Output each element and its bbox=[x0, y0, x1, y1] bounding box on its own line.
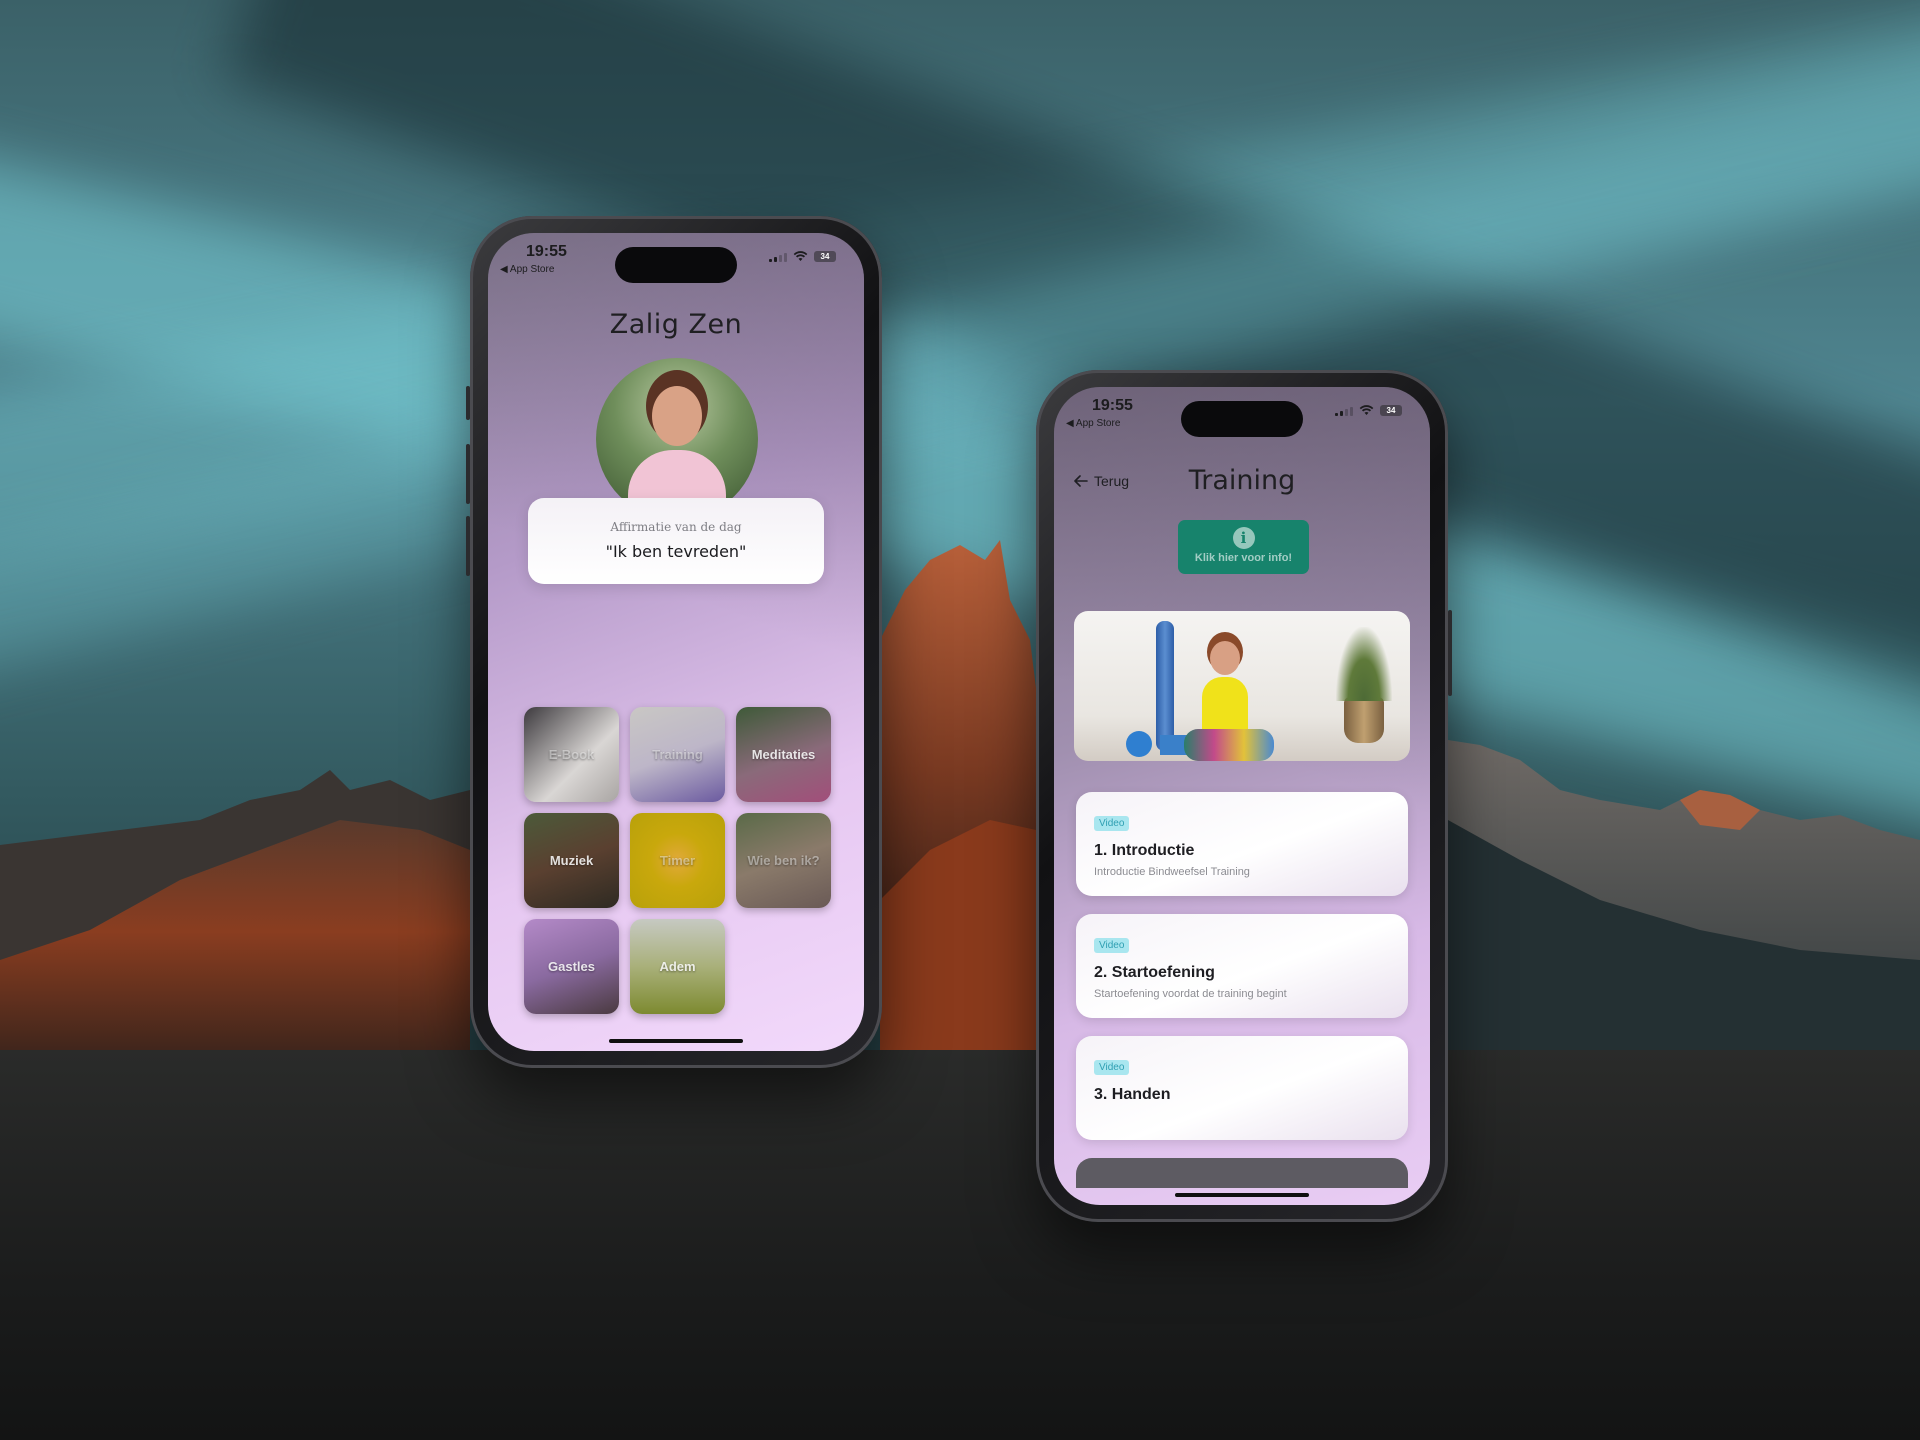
training-item-peek[interactable] bbox=[1076, 1158, 1408, 1188]
training-item-title: 3. Handen bbox=[1094, 1086, 1171, 1103]
tile-training[interactable]: Training bbox=[630, 707, 725, 802]
valley-ground bbox=[0, 1050, 1920, 1440]
status-time: 19:55 bbox=[1092, 397, 1133, 414]
video-tag: Video bbox=[1094, 1060, 1130, 1075]
phone-home: 19:55 ◀ App Store 34 Zalig Zen Affirmati… bbox=[466, 216, 882, 1068]
tile-label: E-Book bbox=[548, 747, 595, 762]
tile-label: Timer bbox=[659, 853, 696, 868]
training-item-title: 1. Introductie bbox=[1094, 842, 1195, 859]
tile-label: Adem bbox=[659, 959, 696, 974]
tile-wie-ben-ik[interactable]: Wie ben ik? bbox=[736, 813, 831, 908]
battery-icon: 34 bbox=[1380, 405, 1402, 416]
training-item-title: 2. Startoefening bbox=[1094, 964, 1215, 981]
status-icons: 34 bbox=[1335, 405, 1402, 416]
home-indicator[interactable] bbox=[1175, 1193, 1309, 1197]
info-button-label: Klik hier voor info! bbox=[1194, 552, 1293, 564]
affirmation-label: Affirmatie van de dag bbox=[610, 520, 742, 534]
back-to-app-store[interactable]: ◀ App Store bbox=[500, 264, 554, 275]
tile-timer[interactable]: Timer bbox=[630, 813, 725, 908]
training-item-subtitle: Introductie Bindweefsel Training bbox=[1094, 866, 1250, 878]
training-item-subtitle: Startoefening voordat de training begint bbox=[1094, 988, 1287, 1000]
cellular-signal-icon bbox=[1335, 406, 1353, 416]
side-button bbox=[466, 386, 470, 420]
tile-label: Wie ben ik? bbox=[747, 853, 820, 868]
training-screen: 19:55 ◀ App Store 34 Terug Training i Kl… bbox=[1054, 387, 1430, 1205]
status-bar: 19:55 ◀ App Store 34 bbox=[1054, 397, 1430, 437]
tile-label: Gastles bbox=[548, 959, 595, 974]
affirmation-card: Affirmatie van de dag "Ik ben tevreden" bbox=[528, 498, 824, 584]
status-bar: 19:55 ◀ App Store 34 bbox=[488, 243, 864, 283]
status-icons: 34 bbox=[769, 251, 836, 262]
side-button bbox=[466, 516, 470, 576]
training-item-1[interactable]: Video 1. Introductie Introductie Bindwee… bbox=[1076, 792, 1408, 896]
tile-adem[interactable]: Adem bbox=[630, 919, 725, 1014]
tile-label: Training bbox=[652, 747, 703, 762]
video-tag: Video bbox=[1094, 816, 1130, 831]
wifi-icon bbox=[1359, 405, 1374, 415]
background-scene bbox=[0, 0, 1920, 1440]
tile-muziek[interactable]: Muziek bbox=[524, 813, 619, 908]
wifi-icon bbox=[793, 251, 808, 261]
tile-gastles[interactable]: Gastles bbox=[524, 919, 619, 1014]
info-icon: i bbox=[1232, 527, 1255, 549]
side-button bbox=[1448, 610, 1452, 696]
home-screen: 19:55 ◀ App Store 34 Zalig Zen Affirmati… bbox=[488, 233, 864, 1051]
side-button bbox=[466, 444, 470, 504]
info-button[interactable]: i Klik hier voor info! bbox=[1178, 520, 1309, 574]
video-tag: Video bbox=[1094, 938, 1130, 953]
tile-label: Muziek bbox=[549, 853, 594, 868]
cellular-signal-icon bbox=[769, 252, 787, 262]
status-time: 19:55 bbox=[526, 243, 567, 260]
training-hero-image bbox=[1074, 611, 1410, 761]
phone-training: 19:55 ◀ App Store 34 Terug Training i Kl… bbox=[1036, 370, 1452, 1222]
tile-label: Meditaties bbox=[751, 747, 816, 762]
home-indicator[interactable] bbox=[609, 1039, 743, 1043]
app-title: Zalig Zen bbox=[609, 309, 743, 340]
tile-meditaties[interactable]: Meditaties bbox=[736, 707, 831, 802]
affirmation-text: "Ik ben tevreden" bbox=[605, 542, 747, 561]
tile-ebook[interactable]: E-Book bbox=[524, 707, 619, 802]
back-to-app-store[interactable]: ◀ App Store bbox=[1066, 418, 1120, 429]
page-title: Training bbox=[1188, 465, 1296, 496]
training-item-3[interactable]: Video 3. Handen bbox=[1076, 1036, 1408, 1140]
battery-icon: 34 bbox=[814, 251, 836, 262]
training-item-2[interactable]: Video 2. Startoefening Startoefening voo… bbox=[1076, 914, 1408, 1018]
profile-avatar bbox=[596, 358, 758, 520]
